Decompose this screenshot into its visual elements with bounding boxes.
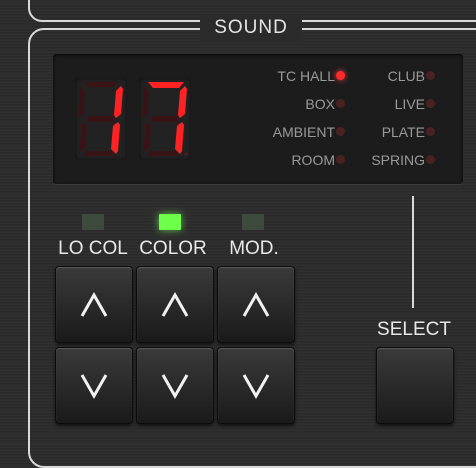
select-indicator-line [412,196,414,308]
mode-led-live [426,99,435,108]
lo-col-label: LO COL [58,238,128,259]
color-down-button[interactable] [136,347,214,424]
mode-led-tc-hall [336,71,345,80]
mode-label-spring[interactable]: SPRING [371,152,425,168]
seven-segment-digit-1 [78,82,123,156]
sound-section-title: SOUND [200,14,302,42]
chevron-up-icon [80,291,108,317]
mode-led-room [336,155,345,164]
select-label: SELECT [377,319,451,340]
mode-led-club [426,71,435,80]
chevron-down-icon [242,373,270,399]
mode-led-plate [426,127,435,136]
mod-up-button[interactable] [217,266,295,343]
mode-label-room[interactable]: ROOM [291,152,335,168]
color-led [159,214,181,230]
chevron-down-icon [80,373,108,399]
mode-led-spring [426,155,435,164]
mode-led-ambient [336,127,345,136]
chevron-up-icon [161,291,189,317]
seven-segment-digit-7 [142,82,188,156]
digit-tens [75,78,127,160]
mode-label-ambient[interactable]: AMBIENT [273,124,335,140]
mod-label: MOD. [229,238,279,259]
lo-col-up-button[interactable] [55,266,133,343]
mode-label-box[interactable]: BOX [305,96,335,112]
mode-led-box [336,99,345,108]
mod-down-button[interactable] [217,347,295,424]
color-up-button[interactable] [136,266,214,343]
mod-led [242,214,264,230]
color-label: COLOR [139,238,207,259]
lo-col-down-button[interactable] [55,347,133,424]
lo-col-led [82,214,104,230]
chevron-up-icon [242,291,270,317]
preset-display: TC HALL BOX AMBIENT ROOM CLUB LIVE PLATE… [53,54,463,184]
mode-label-club[interactable]: CLUB [388,68,425,84]
select-button[interactable] [376,347,454,424]
digit-ones [139,78,191,160]
chevron-down-icon [161,373,189,399]
mode-label-tc-hall[interactable]: TC HALL [277,68,335,84]
mode-label-plate[interactable]: PLATE [382,124,425,140]
mode-label-live[interactable]: LIVE [395,96,425,112]
